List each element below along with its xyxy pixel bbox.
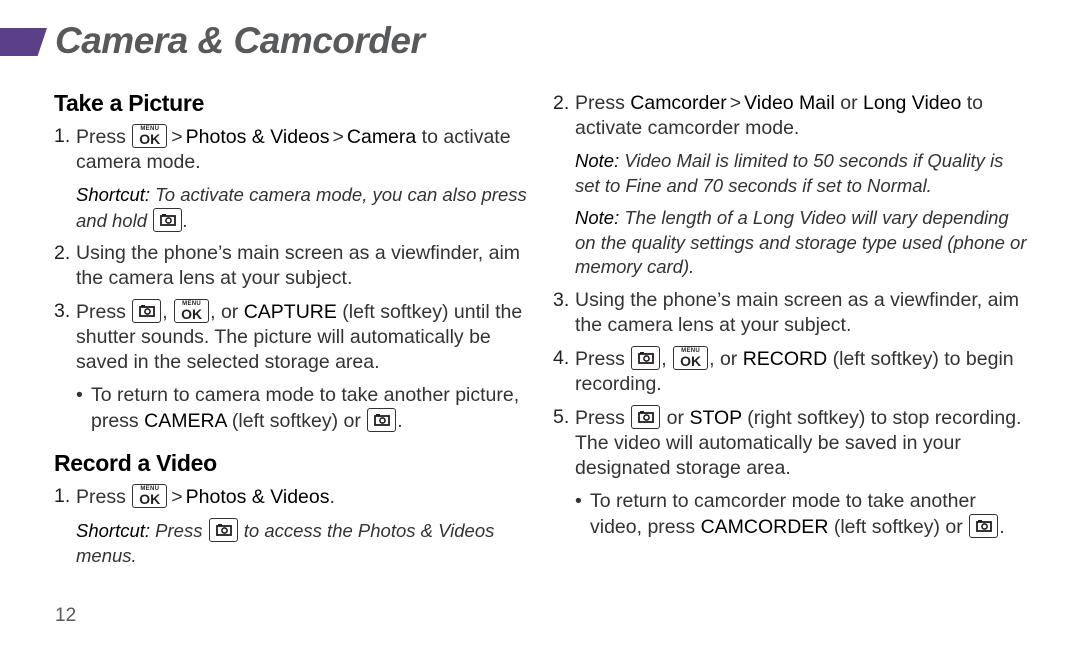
bullet-icon: • bbox=[575, 489, 582, 512]
arrow-icon: > bbox=[729, 92, 742, 114]
arrow-icon: > bbox=[171, 126, 183, 148]
bullet-icon: • bbox=[76, 384, 83, 406]
step-4: 4. Press , MENU OK, or RECORD (left softk… bbox=[553, 345, 1014, 395]
menu-ok-key-icon: MENU OK bbox=[132, 124, 168, 148]
section-heading-take-picture: Take a Picture bbox=[54, 90, 205, 116]
section-heading-record-video: Record a Video bbox=[54, 450, 217, 476]
menu-ok-key-icon: MENU OK bbox=[174, 299, 210, 323]
camera-key-icon bbox=[132, 299, 162, 323]
arrow-icon: > bbox=[171, 486, 183, 508]
step-number: 1. bbox=[54, 125, 71, 147]
step-3: 3. Using the phone’s main screen as a vi… bbox=[553, 288, 1020, 336]
left-column: Take a Picture 1. Press MENU OK > Photos & … bbox=[54, 88, 534, 576]
chapter-accent-bar bbox=[0, 28, 47, 56]
step-1: 1. Press MENU OK > Photos & Videos. bbox=[54, 484, 335, 508]
note: Note: The length of a Long Video will va… bbox=[575, 207, 1027, 277]
step-1: 1. Press MENU OK > Photos & Videos > Camera t… bbox=[54, 124, 511, 173]
bullet-item: • To return to camcorder mode to take an… bbox=[575, 489, 1005, 538]
arrow-icon: > bbox=[332, 126, 344, 148]
shortcut-note: Shortcut: To activate camera mode, you c… bbox=[76, 184, 527, 232]
camera-key-icon bbox=[367, 408, 397, 432]
step-5: 5. Press or STOP (right softkey) to stop… bbox=[553, 404, 1022, 479]
chapter-title: Camera & Camcorder bbox=[55, 20, 425, 61]
page-number: 12 bbox=[55, 605, 77, 626]
right-column: 2. Press Camcorder > Video Mail or Long Vi… bbox=[553, 91, 1033, 548]
bullet-item: • To return to camera mode to take anoth… bbox=[76, 384, 520, 432]
camera-key-icon bbox=[969, 513, 999, 538]
camera-key-icon bbox=[208, 518, 238, 542]
shortcut-note: Shortcut: Press to access the Photos & V… bbox=[76, 518, 495, 566]
camera-key-icon bbox=[631, 345, 661, 370]
step-2: 2. Using the phone’s main screen as a vi… bbox=[54, 242, 521, 289]
note: Note: Video Mail is limited to 50 second… bbox=[575, 150, 1004, 196]
step-3: 3. Press , MENU OK, or CAPTURE (left soft… bbox=[54, 299, 523, 373]
camera-key-icon bbox=[153, 207, 183, 232]
menu-ok-key-icon: MENU OK bbox=[132, 484, 168, 508]
camera-key-icon bbox=[631, 404, 661, 429]
step-2: 2. Press Camcorder > Video Mail or Long Vi… bbox=[553, 92, 984, 139]
menu-ok-key-icon: MENU OK bbox=[673, 345, 709, 370]
